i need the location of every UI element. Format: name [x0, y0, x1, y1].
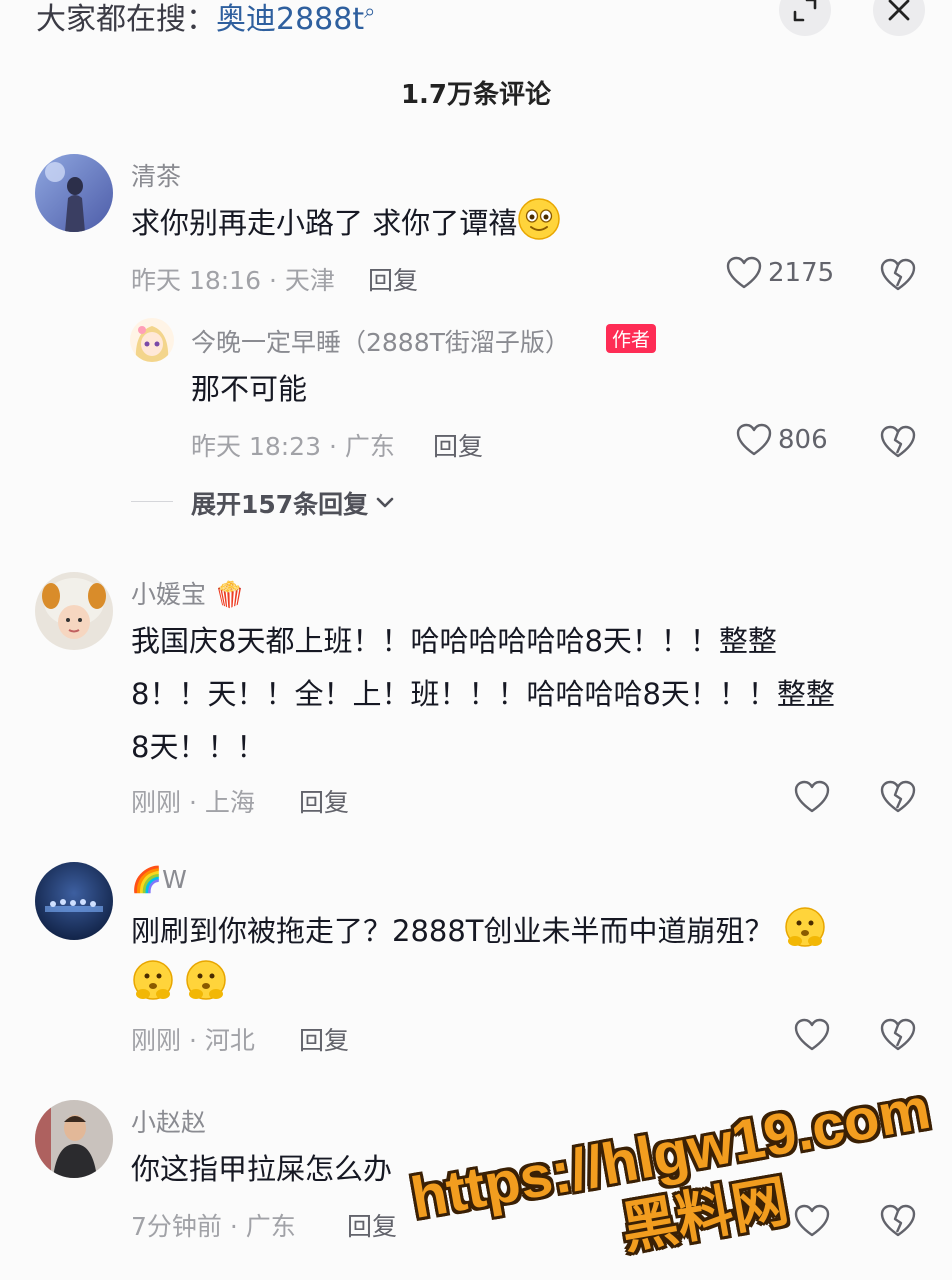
avatar[interactable] [35, 1100, 113, 1178]
heart-icon [794, 780, 830, 813]
comment-username-text: W [162, 865, 187, 894]
expand-icon [793, 0, 817, 22]
expand-button[interactable] [779, 0, 831, 36]
popcorn-icon: 🍿 [213, 580, 246, 609]
heart-icon [726, 256, 762, 289]
reply-button[interactable]: 回复 [299, 1021, 349, 1057]
dislike-icon [880, 1204, 916, 1237]
dislike-button[interactable] [880, 1204, 916, 1242]
divider [131, 501, 173, 502]
expand-replies-label: 展开157条回复 [191, 490, 369, 519]
close-icon [888, 0, 910, 21]
comment-username[interactable]: 小赵赵 [131, 1103, 206, 1139]
comment-text-line-3: 8天！！！ [131, 730, 266, 764]
comment-text: 求你别再走小路了 求你了谭禧 [131, 197, 561, 250]
reply-text: 那不可能 [191, 372, 308, 406]
comment-count-title: 1.7万条评论 [400, 80, 552, 110]
avatar[interactable] [35, 154, 113, 232]
comment-text-line-1: 刚刷到你被拖走了？2888T创业未半而中道崩殂？ [131, 905, 827, 958]
comment-username[interactable]: 🌈W [131, 865, 187, 895]
rainbow-icon: 🌈 [131, 865, 163, 894]
dislike-icon [880, 780, 916, 813]
reply-button[interactable]: 回复 [368, 261, 418, 297]
comment-username[interactable]: 清茶 [131, 157, 181, 193]
dislike-button[interactable] [880, 425, 916, 463]
comment-time-location: 刚刚 · 上海 [131, 788, 255, 817]
dislike-icon [880, 1018, 916, 1051]
like-button[interactable] [794, 1204, 830, 1238]
like-button[interactable] [794, 780, 830, 814]
heart-icon [736, 423, 772, 456]
comment-time-location: 昨天 18:16 · 天津 [131, 266, 335, 295]
dislike-icon [880, 258, 916, 291]
top-bar: 大家都在搜：奥迪2888t⌕ [0, 0, 952, 40]
comment-username-text: 小媛宝 [131, 580, 207, 609]
comment-text-line-1: 我国庆8天都上班！！哈哈哈哈哈哈8天！！！整整 [131, 624, 777, 658]
expand-replies-button[interactable]: 展开157条回复 [191, 485, 394, 521]
trending-search-term[interactable]: 奥迪2888t [216, 2, 364, 37]
dislike-button[interactable] [880, 258, 916, 296]
dislike-button[interactable] [880, 780, 916, 818]
comment-text-line-2: 8！！天！！全！上！班！！！哈哈哈哈8天！！！整整 [131, 677, 835, 711]
like-button[interactable]: 806 [736, 423, 828, 457]
thinking-face-emoji-icon [783, 905, 827, 949]
like-button[interactable] [794, 1018, 830, 1052]
thinking-face-emoji-icon [184, 958, 228, 1002]
reply-button[interactable]: 回复 [347, 1207, 397, 1243]
avatar[interactable] [35, 572, 113, 650]
comment-text-body: 刚刷到你被拖走了？2888T创业未半而中道崩殂？ [131, 914, 774, 948]
reply-avatar[interactable] [130, 318, 174, 362]
reply-button[interactable]: 回复 [433, 427, 483, 463]
comment-time-location: 7分钟前 · 广东 [131, 1212, 296, 1241]
reply-button[interactable]: 回复 [299, 783, 349, 819]
dislike-icon [880, 425, 916, 458]
comment-text-line-2 [131, 958, 228, 1011]
dislike-button[interactable] [880, 1018, 916, 1056]
comment-username[interactable]: 小媛宝 🍿 [131, 575, 245, 611]
avatar[interactable] [35, 862, 113, 940]
reply-time-location: 昨天 18:23 · 广东 [191, 432, 395, 461]
like-button[interactable]: 2175 [726, 256, 834, 290]
trending-search-prefix: 大家都在搜： [36, 2, 216, 37]
like-count: 2175 [768, 258, 835, 288]
smiling-emoji-icon [517, 197, 561, 241]
like-count: 806 [778, 425, 828, 455]
chevron-down-icon [376, 497, 394, 508]
search-icon: ⌕ [364, 0, 376, 23]
reply-username[interactable]: 今晚一定早睡（2888T街溜子版） [191, 323, 570, 359]
heart-icon [794, 1204, 830, 1237]
comment-time-location: 刚刚 · 河北 [131, 1026, 255, 1055]
trending-search[interactable]: 大家都在搜：奥迪2888t⌕ [36, 0, 375, 38]
comment-text-body: 求你别再走小路了 求你了谭禧 [131, 206, 518, 240]
heart-icon [794, 1018, 830, 1051]
close-button[interactable] [873, 0, 925, 36]
author-badge: 作者 [606, 324, 657, 353]
thinking-face-emoji-icon [131, 958, 175, 1002]
comment-text: 你这指甲拉屎怎么办 [131, 1152, 393, 1186]
